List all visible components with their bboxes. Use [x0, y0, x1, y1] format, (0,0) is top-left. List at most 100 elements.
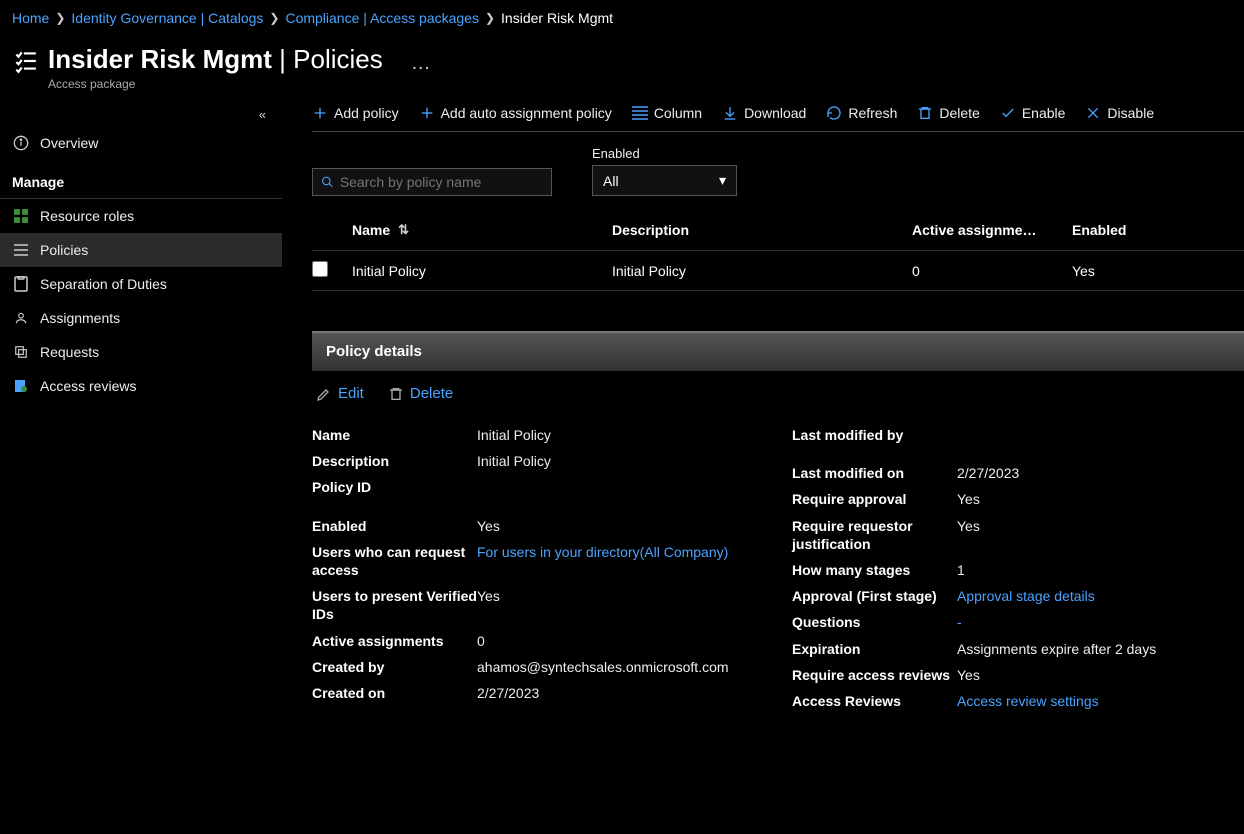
button-label: Add policy: [334, 105, 399, 121]
row-checkbox[interactable]: [312, 261, 328, 277]
enable-button[interactable]: Enable: [1000, 105, 1066, 121]
field-value: 1: [957, 561, 1212, 579]
sidebar-item-access-reviews[interactable]: Access reviews: [0, 369, 282, 403]
column-description[interactable]: Description: [612, 222, 912, 238]
info-icon: [12, 135, 30, 151]
breadcrumb-current: Insider Risk Mgmt: [501, 10, 613, 26]
field-label: Require access reviews: [792, 666, 957, 684]
button-label: Column: [654, 105, 702, 121]
button-label: Delete: [939, 105, 979, 121]
column-enabled[interactable]: Enabled: [1072, 222, 1192, 238]
field-label: Description: [312, 452, 477, 470]
sidebar-item-policies[interactable]: Policies: [0, 233, 282, 267]
details-left-column: NameInitial Policy DescriptionInitial Po…: [312, 422, 732, 714]
button-label: Add auto assignment policy: [441, 105, 612, 121]
field-value: Yes: [957, 517, 1212, 535]
sidebar-item-separation-of-duties[interactable]: Separation of Duties: [0, 267, 282, 301]
chevron-right-icon: ❯: [55, 11, 65, 25]
page-subtitle: Access package: [48, 77, 383, 91]
details-right-column: Last modified by Last modified on2/27/20…: [792, 422, 1212, 714]
breadcrumb: Home ❯ Identity Governance | Catalogs ❯ …: [0, 0, 1244, 36]
field-label: How many stages: [792, 561, 957, 579]
button-label: Edit: [338, 385, 364, 402]
download-button[interactable]: Download: [722, 105, 806, 121]
page-title-row: Insider Risk Mgmt | Policies Access pack…: [0, 36, 1244, 95]
field-label: Expiration: [792, 640, 957, 658]
field-value: Initial Policy: [477, 452, 732, 470]
grid-header: Name ⇅ Description Active assignme… Enab…: [312, 210, 1244, 251]
clipboard-icon: [12, 276, 30, 292]
sidebar-item-overview[interactable]: Overview: [0, 126, 282, 160]
table-row[interactable]: Initial Policy Initial Policy 0 Yes: [312, 251, 1244, 291]
refresh-button[interactable]: Refresh: [826, 105, 897, 121]
field-value-link[interactable]: Access review settings: [957, 692, 1212, 710]
delete-button[interactable]: Delete: [917, 105, 979, 121]
breadcrumb-link-access-packages[interactable]: Compliance | Access packages: [285, 10, 479, 26]
button-label: Disable: [1107, 105, 1154, 121]
field-value: 2/27/2023: [957, 464, 1212, 482]
page-title: Insider Risk Mgmt | Policies: [48, 44, 383, 75]
field-value-link[interactable]: Approval stage details: [957, 587, 1212, 605]
field-value: Yes: [477, 587, 732, 605]
sidebar-item-label: Assignments: [40, 310, 120, 326]
collapse-sidebar-icon[interactable]: «: [0, 103, 282, 126]
sidebar-item-label: Resource roles: [40, 208, 134, 224]
column-active-assignments[interactable]: Active assignme…: [912, 222, 1072, 238]
column-label: Active assignme…: [912, 222, 1037, 238]
edit-button[interactable]: Edit: [316, 385, 364, 402]
cell-active-assignments: 0: [912, 263, 1072, 279]
sidebar-item-requests[interactable]: Requests: [0, 335, 282, 369]
disable-button[interactable]: Disable: [1085, 105, 1154, 121]
breadcrumb-link-home[interactable]: Home: [12, 10, 49, 26]
more-icon[interactable]: …: [411, 52, 431, 75]
enabled-filter-select[interactable]: All ▾: [592, 165, 737, 196]
button-label: Delete: [410, 385, 453, 402]
add-auto-assignment-button[interactable]: Add auto assignment policy: [419, 105, 612, 121]
add-policy-button[interactable]: Add policy: [312, 105, 399, 121]
field-value-link[interactable]: For users in your directory(All Company): [477, 543, 732, 561]
field-value-link[interactable]: -: [957, 613, 1212, 631]
field-value: Assignments expire after 2 days: [957, 640, 1212, 658]
list-checked-icon: [12, 48, 38, 74]
details-panel: Policy details Edit Delete NameInitial P…: [312, 331, 1244, 734]
cell-enabled: Yes: [1072, 263, 1192, 279]
button-label: Download: [744, 105, 806, 121]
field-value: ahamos@syntechsales.onmicrosoft.com: [477, 658, 732, 676]
review-icon: [12, 379, 30, 393]
main-content: Add policy Add auto assignment policy Co…: [282, 95, 1244, 734]
cell-name: Initial Policy: [352, 263, 612, 279]
sidebar-item-resource-roles[interactable]: Resource roles: [0, 199, 282, 233]
panel-toolbar: Edit Delete: [312, 371, 1244, 416]
list-icon: [12, 243, 30, 257]
enabled-filter-label: Enabled: [592, 146, 737, 161]
field-label: Created on: [312, 684, 477, 702]
field-value: 2/27/2023: [477, 684, 732, 702]
delete-policy-button[interactable]: Delete: [388, 385, 453, 402]
sidebar: « Overview Manage Resource roles Policie…: [0, 95, 282, 734]
field-value: 0: [477, 632, 732, 650]
column-name[interactable]: Name ⇅: [352, 222, 612, 238]
policies-grid: Name ⇅ Description Active assignme… Enab…: [312, 210, 1244, 291]
sort-icon: ⇅: [398, 222, 409, 238]
command-bar: Add policy Add auto assignment policy Co…: [312, 95, 1244, 132]
field-label: Users to present Verified IDs: [312, 587, 477, 623]
field-label: Last modified by: [792, 426, 957, 444]
panel-header: Policy details: [312, 331, 1244, 371]
chevron-down-icon: ▾: [719, 172, 726, 189]
column-label: Description: [612, 222, 689, 238]
person-icon: [12, 311, 30, 325]
search-input-wrapper[interactable]: [312, 168, 552, 196]
field-label: Enabled: [312, 517, 477, 535]
field-label: Approval (First stage): [792, 587, 957, 605]
column-button[interactable]: Column: [632, 105, 702, 121]
breadcrumb-link-catalogs[interactable]: Identity Governance | Catalogs: [71, 10, 263, 26]
cell-description: Initial Policy: [612, 263, 912, 279]
field-label: Require requestor justification: [792, 517, 957, 553]
search-input[interactable]: [340, 174, 543, 190]
search-icon: [321, 175, 334, 189]
chevron-right-icon: ❯: [485, 11, 495, 25]
sidebar-item-assignments[interactable]: Assignments: [0, 301, 282, 335]
field-label: Questions: [792, 613, 957, 631]
chevron-right-icon: ❯: [269, 11, 279, 25]
field-value: Yes: [957, 490, 1212, 508]
